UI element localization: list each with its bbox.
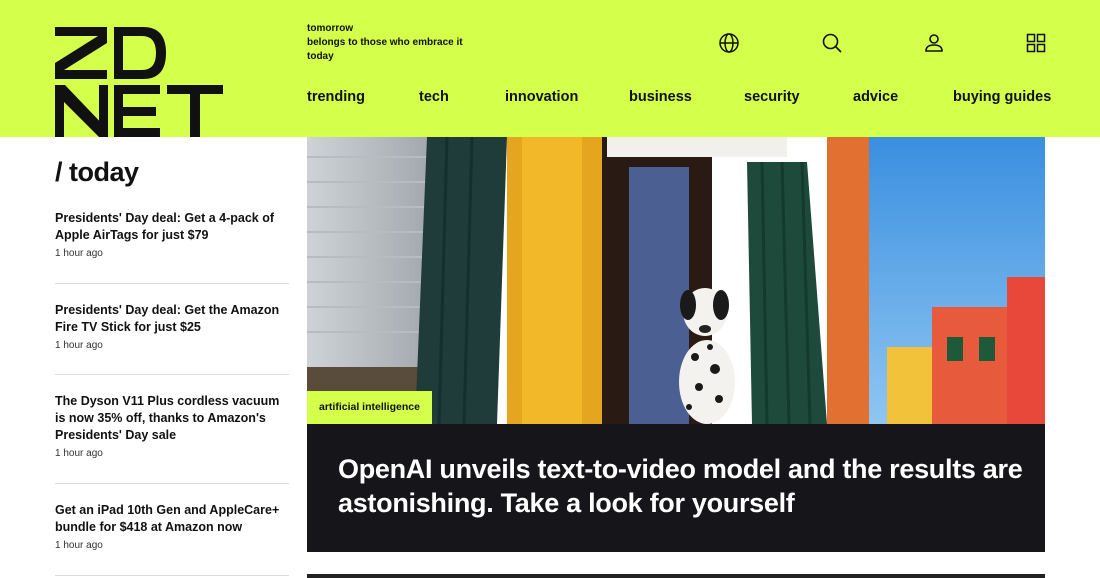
nav-trending[interactable]: trending	[307, 89, 365, 105]
tagline-line-2: belongs to those who embrace it	[307, 37, 463, 48]
hero-headline[interactable]: OpenAI unveils text-to-video model and t…	[338, 452, 1028, 520]
story-headline[interactable]: Presidents' Day deal: Get the Amazon Fir…	[55, 302, 289, 336]
nav-tech[interactable]: tech	[419, 89, 449, 105]
search-icon[interactable]	[820, 31, 844, 55]
tagline: tomorrow belongs to those who embrace it…	[307, 22, 487, 64]
nav-business[interactable]: business	[629, 89, 692, 105]
divider	[55, 483, 289, 484]
story-time: 1 hour ago	[55, 248, 103, 259]
story-time: 1 hour ago	[55, 448, 103, 459]
story-headline[interactable]: Get an iPad 10th Gen and AppleCare+ bund…	[55, 502, 289, 536]
next-story-edge	[307, 574, 1045, 578]
category-tag[interactable]: artificial intelligence	[307, 391, 432, 424]
divider	[55, 374, 289, 375]
nav-advice[interactable]: advice	[853, 89, 898, 105]
user-icon[interactable]	[922, 31, 946, 55]
divider	[55, 283, 289, 284]
story-headline[interactable]: Presidents' Day deal: Get a 4-pack of Ap…	[55, 210, 289, 244]
sidebar-story[interactable]: The Dyson V11 Plus cordless vacuum is no…	[55, 393, 289, 459]
sidebar-story[interactable]: Presidents' Day deal: Get the Amazon Fir…	[55, 302, 289, 351]
story-headline[interactable]: The Dyson V11 Plus cordless vacuum is no…	[55, 393, 289, 444]
story-time: 1 hour ago	[55, 540, 103, 551]
tagline-line-1: tomorrow	[307, 23, 354, 34]
today-section-title: / today	[55, 157, 139, 187]
hero-story[interactable]: artificial intelligence OpenAI unveils t…	[307, 137, 1045, 552]
main-nav: trending tech innovation business securi…	[307, 89, 1051, 109]
nav-innovation[interactable]: innovation	[505, 89, 578, 105]
hero-caption: OpenAI unveils text-to-video model and t…	[307, 424, 1045, 552]
site-header: tomorrow belongs to those who embrace it…	[0, 0, 1100, 137]
story-time: 1 hour ago	[55, 340, 103, 351]
nav-security[interactable]: security	[744, 89, 800, 105]
tagline-line-3: today	[307, 51, 334, 62]
divider	[55, 575, 289, 576]
sidebar-story[interactable]: Presidents' Day deal: Get a 4-pack of Ap…	[55, 210, 289, 259]
hero-image[interactable]	[307, 137, 1045, 424]
sidebar-story[interactable]: Get an iPad 10th Gen and AppleCare+ bund…	[55, 502, 289, 551]
zdnet-logo[interactable]	[55, 27, 223, 137]
nav-buying-guides[interactable]: buying guides	[953, 89, 1051, 105]
grid-menu-icon[interactable]	[1024, 31, 1048, 55]
globe-icon[interactable]	[717, 31, 741, 55]
